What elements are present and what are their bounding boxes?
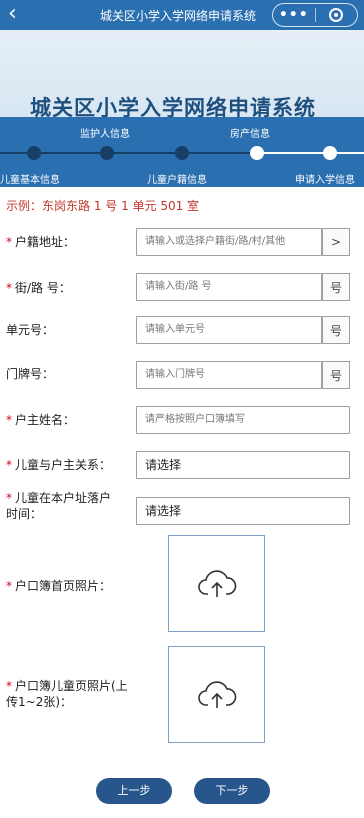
first-page-upload-box[interactable] (168, 535, 265, 632)
relation-select[interactable]: 请选择 (136, 451, 350, 479)
unit-label: 单元号： (6, 323, 55, 337)
address-input[interactable]: 请输入或选择户籍街/路/村/其他 (136, 228, 322, 256)
address-label: * 户籍地址： (6, 235, 76, 249)
required-mark: * (6, 281, 12, 295)
step-track-right (250, 152, 364, 154)
required-mark: * (6, 413, 12, 427)
more-icon[interactable]: ••• (273, 7, 315, 23)
prev-step-button[interactable]: 上一步 (96, 778, 172, 804)
step-label-property: 房产信息 (230, 129, 270, 140)
step-label-child-basic: 儿童基本信息 (0, 175, 60, 186)
step-label-guardian: 监护人信息 (80, 129, 130, 140)
unit-input[interactable]: 请输入单元号 (136, 316, 322, 344)
first-page-photo-label: * 户口簿首页照片： (6, 579, 112, 593)
address-example: 示例：东岗东路 1 号 1 单元 501 室 (6, 199, 200, 213)
door-input[interactable]: 请输入门牌号 (136, 361, 322, 389)
required-mark: * (6, 491, 12, 505)
door-suffix: 号 (322, 361, 350, 389)
step-label-child-household: 儿童户籍信息 (147, 175, 207, 186)
step-node-2 (100, 146, 114, 160)
required-mark: * (6, 458, 12, 472)
window-title: 城关区小学入学网络申请系统 (100, 9, 257, 23)
cloud-upload-icon (197, 569, 236, 597)
required-mark: * (6, 235, 12, 249)
settle-time-label: * 儿童在本户址落户 时间： (6, 491, 112, 521)
step-node-5 (323, 146, 337, 160)
mini-program-capsule: ••• (272, 3, 358, 27)
cloud-upload-icon (197, 680, 236, 708)
child-page-upload-box[interactable] (168, 646, 265, 743)
address-select-arrow[interactable]: > (322, 228, 350, 256)
door-label: 门牌号： (6, 367, 55, 381)
unit-suffix: 号 (322, 316, 350, 344)
step-node-4-active (250, 146, 264, 160)
street-input[interactable]: 请输入街/路 号 (136, 273, 322, 301)
street-label: * 街/路 号： (6, 281, 71, 295)
settle-time-select[interactable]: 请选择 (136, 497, 350, 525)
owner-name-input[interactable]: 请严格按照户口簿填写 (136, 406, 350, 434)
close-target-icon[interactable] (315, 8, 357, 22)
next-step-button[interactable]: 下一步 (194, 778, 270, 804)
required-mark: * (6, 679, 12, 693)
step-node-1 (27, 146, 41, 160)
target-ring (329, 8, 344, 22)
step-node-3 (175, 146, 189, 160)
target-dot (334, 13, 339, 17)
street-suffix: 号 (322, 273, 350, 301)
child-page-photo-label: * 户口簿儿童页照片(上 传1~2张)： (6, 679, 128, 709)
top-bar: ‹ 城关区小学入学网络申请系统 ••• (0, 0, 364, 30)
required-mark: * (6, 579, 12, 593)
owner-label: * 户主姓名： (6, 413, 76, 427)
step-label-application: 申请入学信息 (295, 175, 355, 186)
back-icon[interactable]: ‹ (8, 2, 17, 26)
relation-label: * 儿童与户主关系： (6, 458, 112, 472)
